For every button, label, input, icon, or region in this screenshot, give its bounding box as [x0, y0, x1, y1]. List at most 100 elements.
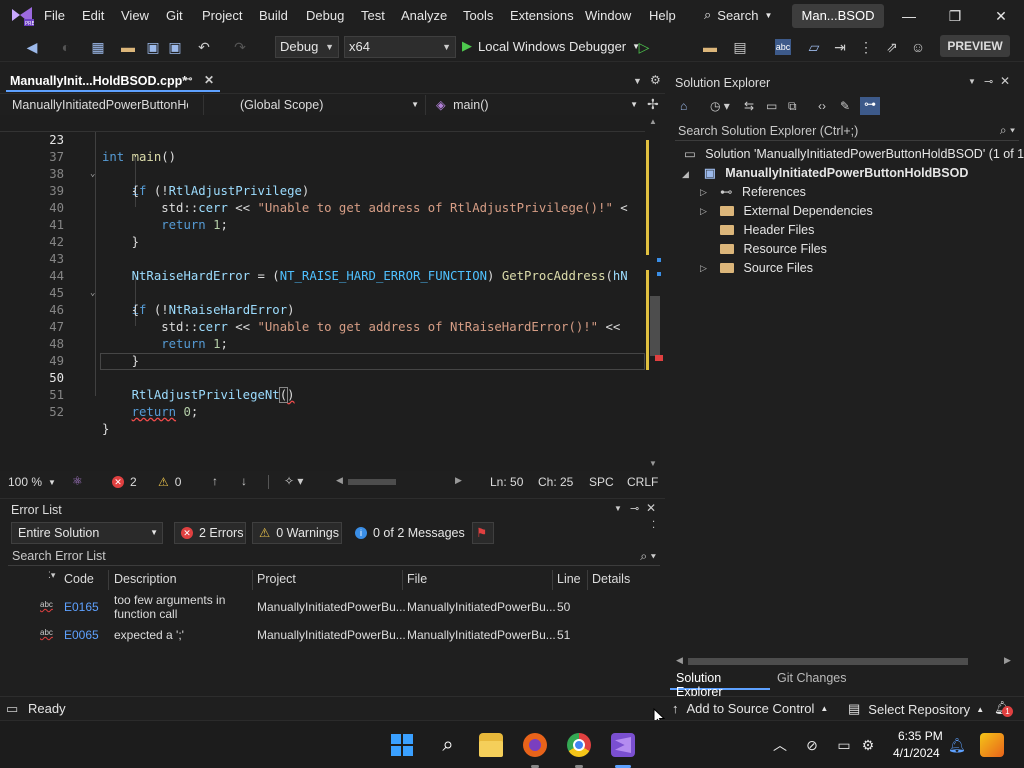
- code-line[interactable]: 47 return 1;: [0, 302, 645, 351]
- column-header-file[interactable]: File: [407, 572, 427, 586]
- collapsed-arrow-icon[interactable]: ▷: [700, 263, 707, 274]
- notifications-button[interactable]: 🔔︎ 1: [994, 700, 1013, 717]
- editor-vertical-scrollbar[interactable]: ▲ ▼: [648, 117, 660, 471]
- add-to-source-control-button[interactable]: ↑ Add to Source Control ▲: [672, 701, 828, 716]
- scroll-down-icon[interactable]: ▼: [649, 459, 657, 468]
- warnings-indicator[interactable]: ⚠ 0: [158, 475, 181, 489]
- panel-menu-chevron-icon[interactable]: ▼: [614, 504, 622, 513]
- horizontal-scroll-thumb[interactable]: [348, 479, 396, 485]
- collapsed-arrow-icon[interactable]: ▷: [700, 187, 707, 198]
- start-debugging-button[interactable]: ▶ Local Windows Debugger ▼: [462, 38, 640, 54]
- next-issue-icon[interactable]: ↓: [241, 474, 247, 488]
- file-explorer-icon[interactable]: [479, 733, 503, 757]
- code-cleanup-icon[interactable]: ✧ ▾: [284, 474, 303, 488]
- show-all-files-icon[interactable]: ⧉: [788, 99, 797, 114]
- scroll-right-icon[interactable]: ▶: [1004, 655, 1011, 666]
- pin-icon[interactable]: ⊸: [184, 74, 192, 85]
- menu-file[interactable]: File: [44, 8, 65, 23]
- project-node[interactable]: ▣ ManuallyInitiatedPowerButtonHoldBSOD: [704, 164, 968, 182]
- copilot-icon[interactable]: ☺: [910, 39, 926, 55]
- solution-explorer-search-input[interactable]: Search Solution Explorer (Ctrl+;) ⌕ ▾: [675, 121, 1019, 141]
- expanded-arrow-icon[interactable]: ◢: [682, 169, 689, 180]
- collapse-all-icon[interactable]: ▭: [766, 99, 777, 113]
- code-line[interactable]: 51 return 0;: [0, 370, 645, 419]
- pin-icon[interactable]: ⊸: [984, 75, 993, 88]
- line-indicator[interactable]: Ln: 50: [490, 475, 523, 489]
- tree-item-external-dependencies[interactable]: External Dependencies: [720, 202, 873, 220]
- whitespace-indicator[interactable]: SPC: [589, 475, 614, 489]
- network-off-icon[interactable]: ⊘: [804, 737, 820, 753]
- folder-icon[interactable]: ▬: [702, 39, 718, 55]
- error-scope-select[interactable]: Entire Solution ▼: [11, 522, 163, 544]
- menu-project[interactable]: Project: [202, 8, 242, 23]
- restore-button[interactable]: ❐: [939, 4, 971, 28]
- clock-date[interactable]: 4/1/2024: [893, 746, 940, 760]
- solution-explorer-hscroll-thumb[interactable]: [688, 658, 968, 665]
- preview-selected-icon[interactable]: ⊶: [860, 97, 880, 115]
- column-header-description[interactable]: Description: [114, 572, 177, 586]
- properties-icon[interactable]: ✎: [840, 99, 850, 113]
- menu-build[interactable]: Build: [259, 8, 288, 23]
- save-icon[interactable]: ▣: [145, 39, 161, 55]
- column-filter-icon[interactable]: ⁚▾: [48, 570, 55, 581]
- close-window-button[interactable]: ✕: [985, 4, 1017, 28]
- column-header-project[interactable]: Project: [257, 572, 296, 586]
- sync-icon[interactable]: ⇆: [744, 99, 754, 113]
- global-scope-select[interactable]: (Global Scope) ▼: [236, 95, 426, 115]
- code-line[interactable]: 37 ⌄ if (!RtlAdjustPrivilege): [0, 132, 645, 198]
- code-line[interactable]: 49: [0, 336, 645, 368]
- layout-icon[interactable]: ▤: [732, 39, 748, 55]
- preview-button[interactable]: PREVIEW: [940, 35, 1010, 57]
- code-line[interactable]: 43 NtRaiseHardError = (NT_RAISE_HARD_ERR…: [0, 234, 645, 283]
- settings-gear-icon[interactable]: ⚙: [650, 73, 661, 87]
- menu-test[interactable]: Test: [361, 8, 385, 23]
- comment-icon[interactable]: ▱: [806, 39, 822, 55]
- column-indicator[interactable]: Ch: 25: [538, 475, 573, 489]
- close-panel-icon[interactable]: ✕: [1000, 74, 1010, 88]
- save-all-icon[interactable]: ▣: [167, 39, 183, 55]
- code-line[interactable]: 39 std::cerr << "Unable to get address o…: [0, 166, 645, 215]
- history-icon[interactable]: ◷ ▾: [710, 99, 730, 113]
- more-options-icon[interactable]: ⁚: [652, 520, 655, 531]
- zoom-select[interactable]: 100 % ▼: [8, 475, 56, 489]
- pin-icon[interactable]: ⊸: [630, 502, 639, 515]
- taskbar-search-icon[interactable]: ⌕: [436, 733, 460, 757]
- menu-analyze[interactable]: Analyze: [401, 8, 447, 23]
- scroll-left-icon[interactable]: ◀: [676, 655, 683, 666]
- search-icon[interactable]: ⌕ ▾: [1000, 123, 1015, 138]
- tab-git-changes[interactable]: Git Changes: [772, 668, 852, 690]
- code-line[interactable]: 45 {: [0, 268, 645, 317]
- code-line-current[interactable]: 50 RtlAdjustPrivilegeNt(): [0, 353, 645, 403]
- copilot-taskbar-icon[interactable]: [980, 733, 1004, 757]
- bookmark-icon[interactable]: ⋮: [858, 39, 874, 55]
- error-code-link[interactable]: E0065: [64, 628, 99, 642]
- tab-list-chevron-icon[interactable]: ▼: [633, 76, 642, 86]
- code-line[interactable]: 48 }: [0, 319, 645, 368]
- code-line[interactable]: 41 }: [0, 200, 645, 249]
- redo-icon[interactable]: ↷: [232, 39, 248, 55]
- menu-edit[interactable]: Edit: [82, 8, 104, 23]
- share-icon[interactable]: ⇗: [884, 39, 900, 55]
- document-tab[interactable]: ManuallyInit...HoldBSOD.cpp* ⊸ ✕: [6, 72, 220, 92]
- view-code-icon[interactable]: ‹›: [818, 99, 826, 113]
- new-project-icon[interactable]: ▦: [90, 39, 106, 55]
- windows-start-icon[interactable]: [390, 733, 414, 757]
- menu-help[interactable]: Help: [649, 8, 676, 23]
- navigate-back-icon[interactable]: ◀: [24, 39, 40, 55]
- firefox-icon[interactable]: [523, 733, 547, 757]
- spell-check-icon[interactable]: abc: [775, 39, 791, 55]
- error-row[interactable]: abc E0165 too few arguments in function …: [8, 592, 660, 622]
- platform-select[interactable]: x64 ▼: [344, 36, 456, 58]
- scroll-right-icon[interactable]: ▶: [455, 475, 462, 486]
- build-filter-icon[interactable]: ⚑: [472, 522, 494, 544]
- menu-view[interactable]: View: [121, 8, 149, 23]
- scroll-up-icon[interactable]: ▲: [649, 117, 657, 126]
- function-select[interactable]: ◈ main() ▼: [432, 95, 644, 115]
- notification-bell-icon[interactable]: 🔔︎: [948, 737, 966, 753]
- intellicode-icon[interactable]: ⚛: [72, 474, 83, 488]
- tree-item-references[interactable]: ⊷ References: [720, 183, 806, 201]
- previous-issue-icon[interactable]: ↑: [212, 474, 218, 488]
- search-icon[interactable]: ⌕ ▾: [640, 546, 656, 566]
- panel-menu-chevron-icon[interactable]: ▼: [968, 77, 976, 86]
- undo-icon[interactable]: ↶: [196, 39, 212, 55]
